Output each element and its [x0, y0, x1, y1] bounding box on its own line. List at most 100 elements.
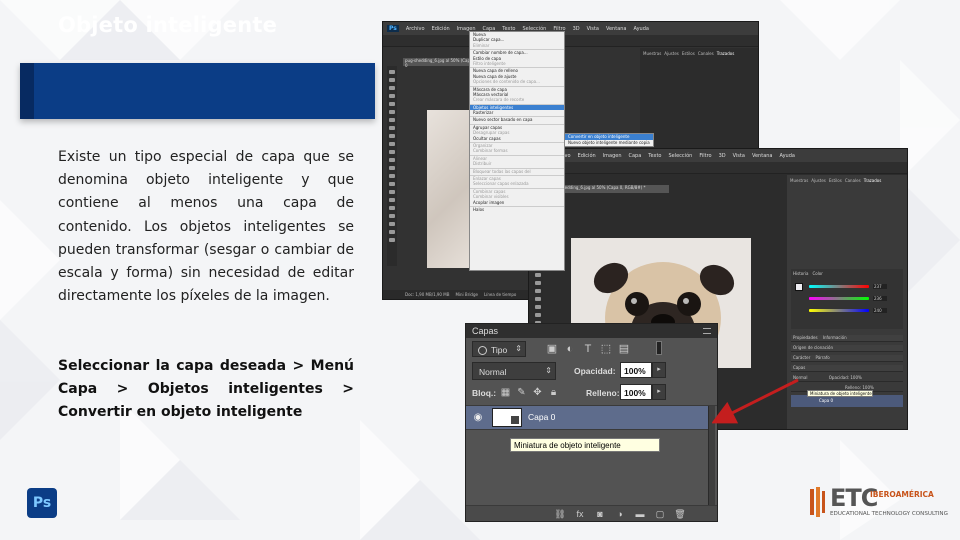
screenshot2-menu-item[interactable]: Ayuda	[780, 153, 795, 159]
panel-tab[interactable]: Estilos	[682, 51, 695, 56]
blue-slider[interactable]	[809, 309, 869, 312]
screenshot1-menu-item[interactable]: Ayuda	[634, 26, 649, 32]
trash-icon[interactable]: 🗑︎	[674, 508, 686, 520]
layers-scrollbar[interactable]	[708, 406, 715, 508]
submenu-item[interactable]: Nuevo objeto inteligente mediante copia	[565, 140, 653, 146]
panel-row-layers[interactable]: Capas	[791, 365, 903, 372]
tool-icon[interactable]	[535, 289, 541, 293]
new-group-icon[interactable]: ▬	[634, 508, 646, 520]
lock-transparency-icon[interactable]: ▦	[500, 387, 511, 398]
layers-panel-title[interactable]: Capas	[472, 326, 498, 336]
color-tab-color[interactable]: Color	[812, 271, 822, 276]
tool-icon[interactable]	[389, 110, 395, 114]
screenshot1-menu-item[interactable]: Edición	[432, 26, 450, 32]
screenshot1-menu-item[interactable]: Vista	[587, 26, 599, 32]
tool-icon[interactable]	[389, 182, 395, 186]
screenshot2-menu-item[interactable]: 3D	[719, 153, 726, 159]
blue-value[interactable]: 240	[873, 308, 887, 313]
green-slider[interactable]	[809, 297, 869, 300]
adjustment-layer-icon[interactable]: ◑	[614, 508, 626, 520]
adjustment-filter-icon[interactable]: ◐	[564, 343, 576, 355]
layer-style-icon[interactable]: fx	[574, 508, 586, 520]
lock-move-icon[interactable]: ✥	[532, 387, 543, 398]
tool-icon[interactable]	[535, 305, 541, 309]
tool-icon[interactable]	[389, 174, 395, 178]
tool-icon[interactable]	[389, 198, 395, 202]
tool-icon[interactable]	[389, 150, 395, 154]
lock-paint-icon[interactable]: ✎	[516, 387, 527, 398]
panel-tab[interactable]: Trazados	[864, 178, 882, 183]
opacity-dropdown-icon[interactable]: ▸	[652, 362, 666, 378]
red-value[interactable]: 237	[873, 284, 887, 289]
panel-row-properties[interactable]: Propiedades Información	[791, 335, 903, 342]
pixel-filter-icon[interactable]: ▣	[546, 343, 558, 355]
screenshot2-menu-item[interactable]: Capa	[629, 153, 642, 159]
screenshot1-menu-item[interactable]: 3D	[573, 26, 580, 32]
screenshot2-menu-item[interactable]: Filtro	[699, 153, 711, 159]
panel-tab[interactable]: Canales	[845, 178, 861, 183]
opacity-input[interactable]: 100%	[620, 362, 652, 378]
green-value[interactable]: 236	[873, 296, 887, 301]
panel-row-clone-source[interactable]: Origen de clonación	[791, 345, 903, 352]
document-tab[interactable]: pug-shedding_6.jpg al 50% (Capa 0	[403, 58, 475, 68]
bottom-tab-timeline[interactable]: Línea de tiempo	[484, 292, 516, 297]
tool-icon[interactable]	[389, 214, 395, 218]
tool-icon[interactable]	[389, 222, 395, 226]
panel-tab[interactable]: Trazados	[717, 51, 735, 56]
capa-menu-item[interactable]: Halos	[470, 207, 564, 212]
tool-icon[interactable]	[389, 166, 395, 170]
tool-icon[interactable]	[389, 94, 395, 98]
screenshot1-menu-item[interactable]: Ventana	[606, 26, 627, 32]
tool-icon[interactable]	[535, 297, 541, 301]
screenshot2-menu-item[interactable]: Selección	[668, 153, 692, 159]
tool-icon[interactable]	[389, 78, 395, 82]
filter-toggle[interactable]	[656, 341, 662, 355]
eye-visibility-icon[interactable]: ◉	[472, 412, 484, 424]
screenshot2-menu-item[interactable]: Imagen	[603, 153, 622, 159]
tool-icon[interactable]	[535, 273, 541, 277]
screenshot2-menu-item[interactable]: Edición	[578, 153, 596, 159]
tool-icon[interactable]	[389, 142, 395, 146]
type-filter-icon[interactable]: T	[582, 343, 594, 355]
tool-icon[interactable]	[535, 281, 541, 285]
document-tab-2[interactable]: pug-shedding_6.jpg al 50% (Capa 0, RGB/8…	[549, 185, 669, 193]
opacity-value-small[interactable]: 100%	[850, 375, 861, 380]
layer-row[interactable]: ◉ Capa 0	[466, 406, 708, 430]
link-layers-icon[interactable]: ⛓	[554, 508, 566, 520]
smart-object-thumbnail[interactable]	[492, 408, 522, 427]
tool-icon[interactable]	[389, 230, 395, 234]
shape-filter-icon[interactable]: ⬚	[600, 343, 612, 355]
tool-icon[interactable]	[389, 118, 395, 122]
new-layer-icon[interactable]: ▢	[654, 508, 666, 520]
tool-icon[interactable]	[389, 158, 395, 162]
screenshot2-menu-item[interactable]: Vista	[733, 153, 745, 159]
red-slider[interactable]	[809, 285, 869, 288]
tool-icon[interactable]	[389, 134, 395, 138]
tool-icon[interactable]	[389, 70, 395, 74]
bottom-tab-minibridge[interactable]: Mini Bridge	[455, 292, 478, 297]
foreground-swatch[interactable]	[795, 283, 803, 291]
panel-tab[interactable]: Ajustes	[664, 51, 679, 56]
smart-object-filter-icon[interactable]: ▤	[618, 343, 630, 355]
panel-tab[interactable]: Muestras	[790, 178, 808, 183]
panel-tab[interactable]: Muestras	[643, 51, 661, 56]
lock-all-icon[interactable]: 🔒︎	[548, 387, 559, 398]
tool-icon[interactable]	[389, 190, 395, 194]
panel-tab[interactable]: Estilos	[829, 178, 842, 183]
fill-dropdown-icon[interactable]: ▸	[652, 384, 666, 400]
fill-input[interactable]: 100%	[620, 384, 652, 400]
panel-tab[interactable]: Ajustes	[811, 178, 826, 183]
screenshot1-menu-item[interactable]: Archivo	[406, 26, 425, 32]
screenshot2-menu-item[interactable]: Ventana	[752, 153, 773, 159]
tool-icon[interactable]	[389, 206, 395, 210]
add-mask-icon[interactable]: ◙	[594, 508, 606, 520]
kind-filter-select[interactable]: Tipo ⇕	[472, 341, 526, 357]
tool-icon[interactable]	[389, 238, 395, 242]
tool-icon[interactable]	[389, 102, 395, 106]
tool-icon[interactable]	[389, 86, 395, 90]
blend-mode-small[interactable]: Normal	[793, 375, 807, 380]
tool-icon[interactable]	[535, 313, 541, 317]
panel-menu-icon[interactable]	[703, 328, 711, 334]
panel-row-character[interactable]: Carácter Párrafo	[791, 355, 903, 362]
color-tab-history[interactable]: Historia	[793, 271, 808, 276]
